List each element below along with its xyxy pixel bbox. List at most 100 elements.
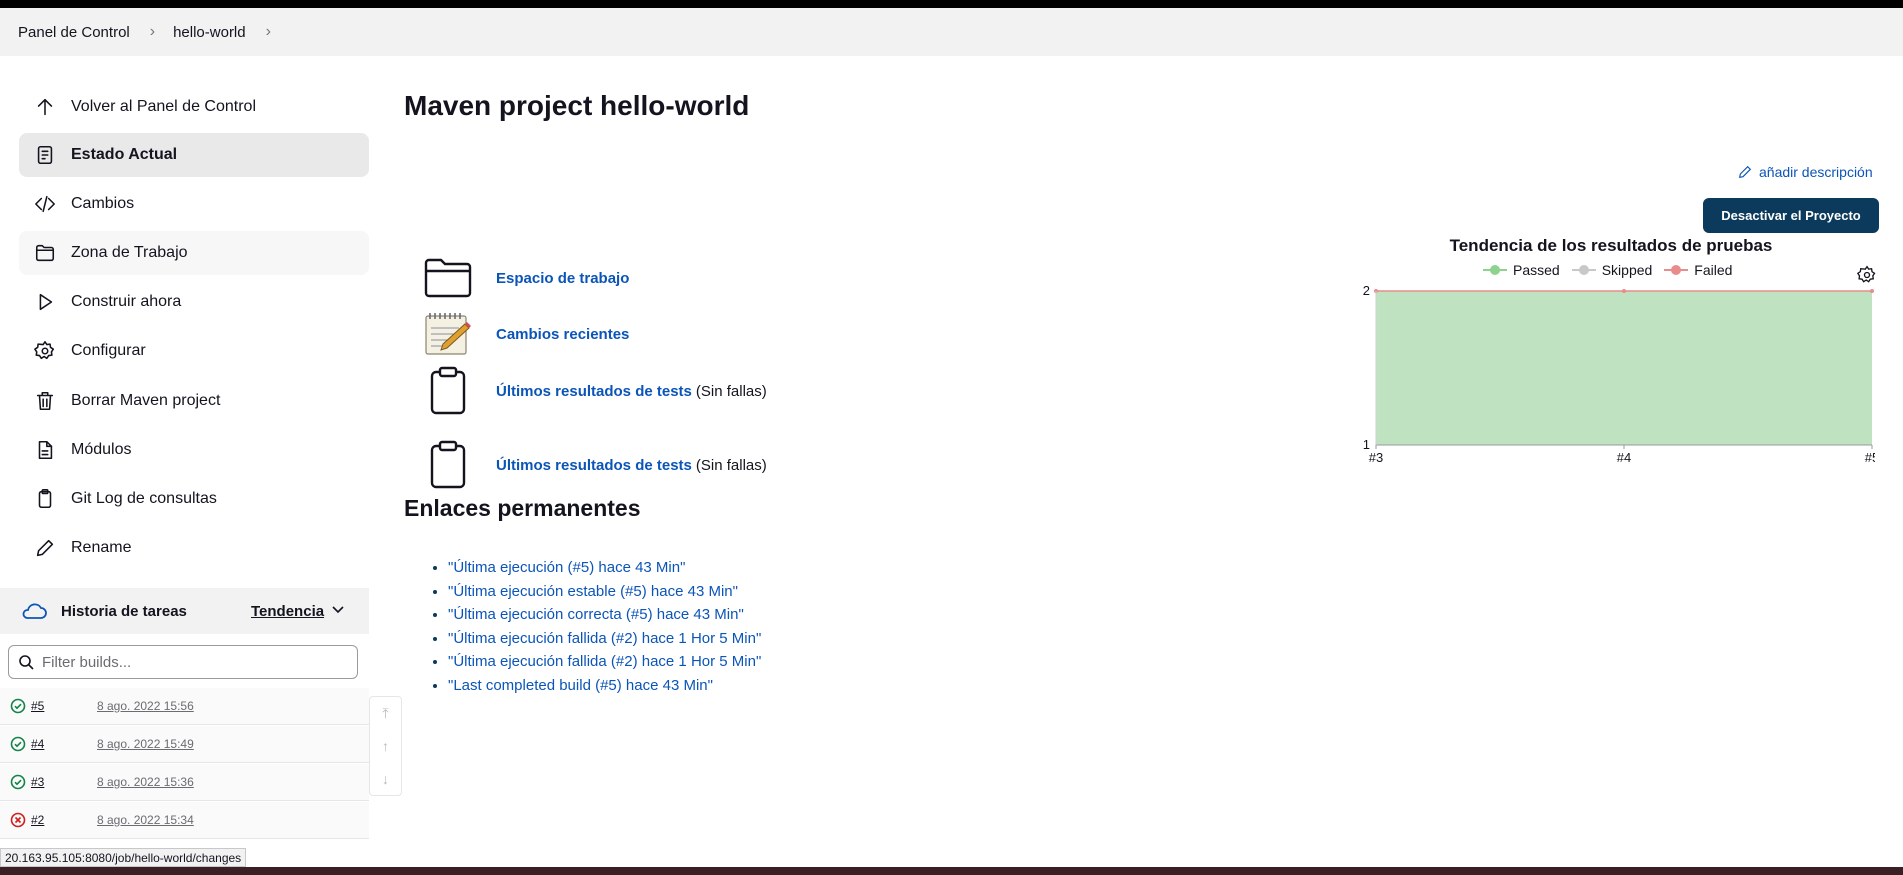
build-date-link[interactable]: 8 ago. 2022 15:56: [97, 699, 194, 713]
play-icon: [34, 291, 56, 313]
sidebar-item-rename[interactable]: Rename: [19, 526, 369, 570]
build-row[interactable]: #2 8 ago. 2022 15:34: [0, 802, 369, 839]
disable-project-button[interactable]: Desactivar el Proyecto: [1703, 198, 1879, 233]
add-description-link[interactable]: añadir descripción: [1737, 164, 1873, 180]
page-title: Maven project hello-world: [404, 90, 750, 121]
sidebar-item-label: Volver al Panel de Control: [71, 98, 256, 115]
x-tick-label: #4: [1617, 450, 1631, 465]
x-tick-label: #3: [1369, 450, 1383, 465]
filter-builds-input[interactable]: [40, 652, 344, 672]
sidebar-item-configure[interactable]: Configurar: [19, 329, 369, 373]
success-check-icon: [10, 774, 26, 790]
scroll-top-icon[interactable]: ⤒: [382, 705, 388, 722]
sidebar-item-label: Módulos: [71, 441, 132, 458]
status-bar-url: 20.163.95.105:8080/job/hello-world/chang…: [0, 848, 247, 867]
breadcrumb-chevron-icon[interactable]: ›: [246, 23, 271, 41]
permalinks-title: Enlaces permanentes: [404, 495, 641, 521]
build-number-link[interactable]: #3: [31, 775, 44, 789]
sidebar-item-label: Cambios: [71, 195, 135, 212]
folder-icon: [420, 252, 476, 304]
legend-item-skipped[interactable]: Skipped: [1571, 262, 1652, 278]
clipboard-icon: [34, 488, 56, 510]
legend-item-passed[interactable]: Passed: [1483, 262, 1560, 278]
build-row[interactable]: #3 8 ago. 2022 15:36: [0, 764, 369, 801]
latest-test-results-link[interactable]: Últimos resultados de tests: [496, 383, 692, 400]
code-icon: [34, 193, 56, 215]
scroll-down-icon[interactable]: ↓: [382, 771, 389, 787]
x-tick-label: #5: [1865, 450, 1875, 465]
workspace-link-row: Espacio de trabajo: [420, 252, 629, 304]
passed-area: [1376, 291, 1872, 445]
permalink[interactable]: "Última ejecución (#5) hace 43 Min": [448, 559, 685, 576]
build-date-link[interactable]: 8 ago. 2022 15:36: [97, 775, 194, 789]
permalink[interactable]: "Última ejecución estable (#5) hace 43 M…: [448, 583, 738, 600]
failed-x-icon: [10, 812, 26, 828]
sidebar-item-git-log[interactable]: Git Log de consultas: [19, 477, 369, 521]
chart-legend: Passed Skipped Failed: [1483, 262, 1744, 278]
build-row[interactable]: #5 8 ago. 2022 15:56: [0, 688, 369, 725]
history-scroll-controls: ⤒ ↑ ↓: [369, 696, 402, 796]
breadcrumb-job[interactable]: hello-world: [155, 24, 246, 41]
permalink[interactable]: "Última ejecución fallida (#2) hace 1 Ho…: [448, 653, 761, 670]
sidebar-item-label: Construir ahora: [71, 293, 182, 310]
pencil-icon: [34, 537, 56, 559]
build-number-link[interactable]: #5: [31, 699, 44, 713]
list-item: "Última ejecución estable (#5) hace 43 M…: [448, 580, 761, 604]
legend-item-failed[interactable]: Failed: [1664, 262, 1732, 278]
list-item: "Última ejecución (#5) hace 43 Min": [448, 556, 761, 580]
sidebar-item-delete[interactable]: Borrar Maven project: [19, 379, 369, 423]
sidebar-item-label: Rename: [71, 539, 132, 556]
legend-marker-failed: [1664, 265, 1689, 275]
test-results-link-row: Últimos resultados de tests (Sin fallas): [420, 439, 767, 491]
cloud-icon: [22, 603, 47, 619]
list-item: "Last completed build (#5) hace 43 Min": [448, 674, 761, 698]
clipboard-icon: [420, 439, 476, 491]
sidebar-item-status[interactable]: Estado Actual: [19, 133, 369, 177]
clipboard-icon: [420, 365, 476, 417]
list-item: "Última ejecución fallida (#2) hace 1 Ho…: [448, 650, 761, 674]
search-icon: [19, 655, 34, 670]
permalink[interactable]: "Last completed build (#5) hace 43 Min": [448, 677, 713, 694]
build-number-link[interactable]: #2: [31, 813, 44, 827]
sidebar-item-label: Git Log de consultas: [71, 490, 217, 507]
breadcrumb-dashboard[interactable]: Panel de Control: [0, 24, 130, 41]
breadcrumb-chevron-icon: ›: [149, 23, 156, 40]
latest-test-results-link[interactable]: Últimos resultados de tests: [496, 457, 692, 474]
build-date-link[interactable]: 8 ago. 2022 15:34: [97, 813, 194, 827]
build-date-link[interactable]: 8 ago. 2022 15:49: [97, 737, 194, 751]
build-number-link[interactable]: #4: [31, 737, 44, 751]
build-history-title: Historia de tareas: [61, 602, 187, 620]
permalink[interactable]: "Última ejecución correcta (#5) hace 43 …: [448, 606, 744, 623]
trash-icon: [34, 390, 56, 412]
build-history-header: Historia de tareas Tendencia: [0, 588, 369, 634]
workspace-link[interactable]: Espacio de trabajo: [496, 270, 629, 287]
list-item: "Última ejecución correcta (#5) hace 43 …: [448, 603, 761, 627]
gear-icon: [34, 340, 56, 362]
breadcrumb: Panel de Control › hello-world ›: [0, 8, 1903, 56]
sidebar-item-label: Configurar: [71, 342, 146, 359]
build-row[interactable]: #4 8 ago. 2022 15:49: [0, 726, 369, 763]
test-trend-chart: 21#3#4#5: [1363, 283, 1875, 465]
sidebar-item-modules[interactable]: Módulos: [19, 428, 369, 472]
sidebar-item-workspace[interactable]: Zona de Trabajo: [19, 231, 369, 275]
filter-builds-field[interactable]: [8, 645, 358, 679]
sidebar-item-changes[interactable]: Cambios: [19, 182, 369, 226]
data-point: [1870, 289, 1874, 293]
sidebar-item-back-dashboard[interactable]: Volver al Panel de Control: [19, 85, 369, 129]
success-check-icon: [10, 736, 26, 752]
sidebar-item-build-now[interactable]: Construir ahora: [19, 280, 369, 324]
recent-changes-link-row: Cambios recientes: [420, 308, 629, 360]
list-item: "Última ejecución fallida (#2) hace 1 Ho…: [448, 627, 761, 651]
desktop-background-strip: [0, 867, 1903, 875]
trend-link[interactable]: Tendencia: [251, 603, 324, 620]
data-point: [1622, 289, 1626, 293]
permalink[interactable]: "Última ejecución fallida (#2) hace 1 Ho…: [448, 630, 761, 647]
recent-changes-link[interactable]: Cambios recientes: [496, 326, 629, 343]
y-tick-label: 2: [1363, 283, 1370, 298]
chevron-down-icon[interactable]: [331, 603, 345, 617]
test-results-status: (Sin fallas): [695, 456, 767, 474]
test-results-link-row: Últimos resultados de tests (Sin fallas): [420, 365, 767, 417]
scroll-up-icon[interactable]: ↑: [382, 738, 389, 754]
arrow-up-icon: [34, 96, 56, 118]
legend-label: Failed: [1694, 262, 1733, 278]
